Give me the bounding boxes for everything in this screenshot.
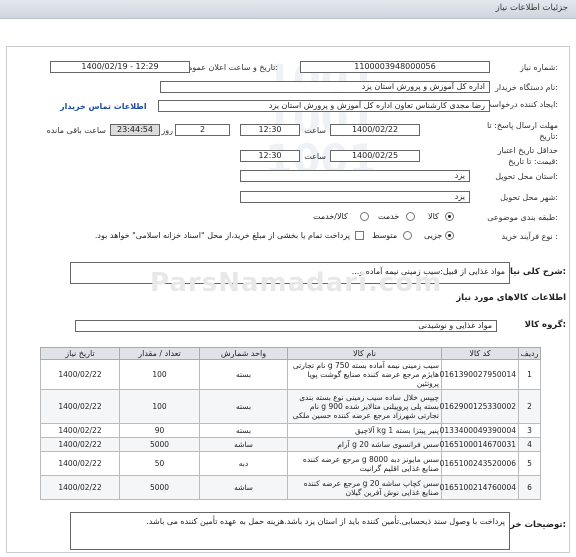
purchase-minor-text: جزیی [424, 231, 443, 240]
requester-label: ایجاد کننده درخواست: [484, 100, 558, 109]
category-service-radio[interactable] [406, 212, 415, 221]
item-name: سس فرانسوی ساشه 20 g آرام [287, 437, 442, 452]
item-unit: ساشه [199, 475, 288, 500]
item-need-date: 1400/02/22 [40, 423, 120, 438]
category-service-text: خدمت [378, 212, 400, 221]
item-quantity: 5000 [119, 475, 200, 500]
col-header-quantity: تعداد / مقدار [119, 347, 200, 360]
item-name: سیب زمینی نیمه آماده بسته 750 g نام تجار… [287, 359, 442, 390]
purchase-medium-text: متوسط [372, 231, 398, 240]
table-header-row: ردیف کد کالا نام کالا واحد شمارش تعداد /… [40, 347, 541, 360]
goods-group-label: گروه کالا: [524, 320, 566, 330]
item-code: 0133400049390004 [440, 423, 519, 438]
purchase-type-label: نوع فرآیند خرید : [501, 232, 558, 241]
remaining-time-label: ساعت باقی مانده [46, 126, 106, 135]
reply-deadline-label: مهلت ارسال پاسخ: تا تاریخ: [486, 121, 558, 141]
need-number-label: شماره نیاز: [519, 63, 558, 72]
item-unit: بسته [199, 389, 288, 424]
item-name: سس مایونز دبه 8000 g مرجع عرضه کننده صنا… [287, 451, 442, 476]
table-row: 5 0165100243520006 سس مایونز دبه 8000 g … [40, 451, 541, 476]
col-header-unit: واحد شمارش [199, 347, 288, 360]
category-goods-text: کالا [428, 212, 439, 221]
item-need-date: 1400/02/22 [40, 359, 120, 390]
category-goods-service-text: کالا/خدمت [313, 212, 348, 221]
item-code: 0165100014670031 [440, 437, 519, 452]
buyer-org-label: نام دستگاه خریدار: [494, 83, 558, 92]
item-unit: دبه [199, 451, 288, 476]
category-label: طبقه بندی موضوعی: [487, 213, 558, 222]
delivery-city-label: شهر محل تحویل: [500, 193, 558, 202]
item-need-date: 1400/02/22 [40, 389, 120, 424]
item-quantity: 50 [119, 451, 200, 476]
treasury-bonds-note: پرداخت تمام یا بخشی از مبلغ خرید،از محل … [94, 231, 350, 240]
table-row: 2 0162900125330002 چیپس خلال ساده سیب زم… [40, 389, 541, 424]
row-number: 2 [518, 389, 541, 424]
row-number: 1 [518, 359, 541, 390]
reply-deadline-time: 12:30 [240, 124, 300, 136]
item-quantity: 100 [119, 359, 200, 390]
col-header-item-name: نام کالا [287, 347, 442, 360]
remaining-days-field: 2 [175, 124, 230, 136]
table-row: 1 0161390027950014 سیب زمینی نیمه آماده … [40, 359, 541, 390]
buyer-org-field: اداره کل آموزش و پرورش استان یزد [160, 81, 490, 93]
table-row: 3 0133400049390004 پنیر پیتزا بسته 1 kg … [40, 423, 541, 438]
category-goods-service-radio[interactable] [360, 212, 369, 221]
reply-time-label: ساعت [304, 126, 326, 135]
col-header-need-date: تاریخ نیاز [40, 347, 120, 360]
table-row: 6 0165100214760004 سس کچاپ ساشه 20 g مرج… [40, 475, 541, 500]
purchase-medium-radio[interactable] [403, 231, 412, 240]
buyer-notes-field: پرداخت با وصول سند ذیحسابی.تأمین کننده ب… [70, 512, 510, 550]
announce-datetime-field: 1400/02/19 - 12:29 [50, 61, 190, 73]
item-unit: بسته [199, 423, 288, 438]
price-validity-time: 12:30 [240, 150, 300, 162]
item-quantity: 90 [119, 423, 200, 438]
col-header-item-code: کد کالا [441, 347, 519, 360]
item-name: چیپس خلال ساده سیب زمینی نوع بسته بندی ب… [287, 389, 442, 424]
item-code: 0165100214760004 [440, 475, 519, 500]
price-validity-date: 1400/02/25 [330, 150, 420, 162]
col-header-row-number: ردیف [518, 347, 541, 360]
goods-section-title: اطلاعات کالاهای مورد نیاز [456, 293, 566, 303]
delivery-city-field: یزد [240, 191, 470, 203]
item-unit: بسته [199, 359, 288, 390]
item-unit: ساشه [199, 437, 288, 452]
items-table: ردیف کد کالا نام کالا واحد شمارش تعداد /… [40, 347, 541, 500]
item-code: 0165100243520006 [440, 451, 519, 476]
announce-datetime-label: تاریخ و ساعت اعلان عمومی: [181, 63, 278, 72]
row-number: 6 [518, 475, 541, 500]
item-code: 0162900125330002 [440, 389, 519, 424]
treasury-bonds-checkbox[interactable] [355, 231, 364, 240]
requester-field: رضا مجدی کارشناس تعاون اداره کل آموزش و … [158, 100, 490, 112]
title-bar: جزئیات اطلاعات نیاز [0, 0, 576, 19]
summary-label: شرح کلی نیاز: [505, 267, 566, 277]
item-quantity: 5000 [119, 437, 200, 452]
delivery-province-field: یزد [240, 170, 470, 182]
item-quantity: 100 [119, 389, 200, 424]
price-validity-label: حداقل تاریخ اعتبار قیمت: تا تاریخ: [497, 146, 558, 166]
watermark-shape: 1001 1001 1001 [265, 57, 377, 183]
table-row: 4 0165100014670031 سس فرانسوی ساشه 20 g … [40, 437, 541, 452]
buyer-contact-link[interactable]: اطلاعات تماس خریدار [60, 102, 147, 111]
row-number: 4 [518, 437, 541, 452]
item-name: پنیر پیتزا بسته 1 kg آلاچیق [287, 423, 442, 438]
item-code: 0161390027950014 [440, 359, 519, 390]
category-goods-radio[interactable] [445, 212, 454, 221]
reply-deadline-date: 1400/02/22 [330, 124, 420, 136]
delivery-province-label: استان محل تحویل: [495, 172, 558, 181]
remaining-time-field: 23:44:54 [110, 124, 160, 136]
goods-group-field: مواد غذایی و نوشیدنی [75, 320, 497, 332]
need-number-field: 1100003948000056 [300, 61, 490, 73]
row-number: 3 [518, 423, 541, 438]
page-title: جزئیات اطلاعات نیاز [495, 3, 568, 13]
price-validity-time-label: ساعت [304, 152, 326, 161]
item-need-date: 1400/02/22 [40, 437, 120, 452]
row-number: 5 [518, 451, 541, 476]
purchase-minor-radio[interactable] [445, 231, 454, 240]
item-name: سس کچاپ ساشه 20 g مرجع عرضه کننده صنایع … [287, 475, 442, 500]
item-need-date: 1400/02/22 [40, 451, 120, 476]
watermark: ParsNamadari.com [150, 268, 443, 298]
item-need-date: 1400/02/22 [40, 475, 120, 500]
